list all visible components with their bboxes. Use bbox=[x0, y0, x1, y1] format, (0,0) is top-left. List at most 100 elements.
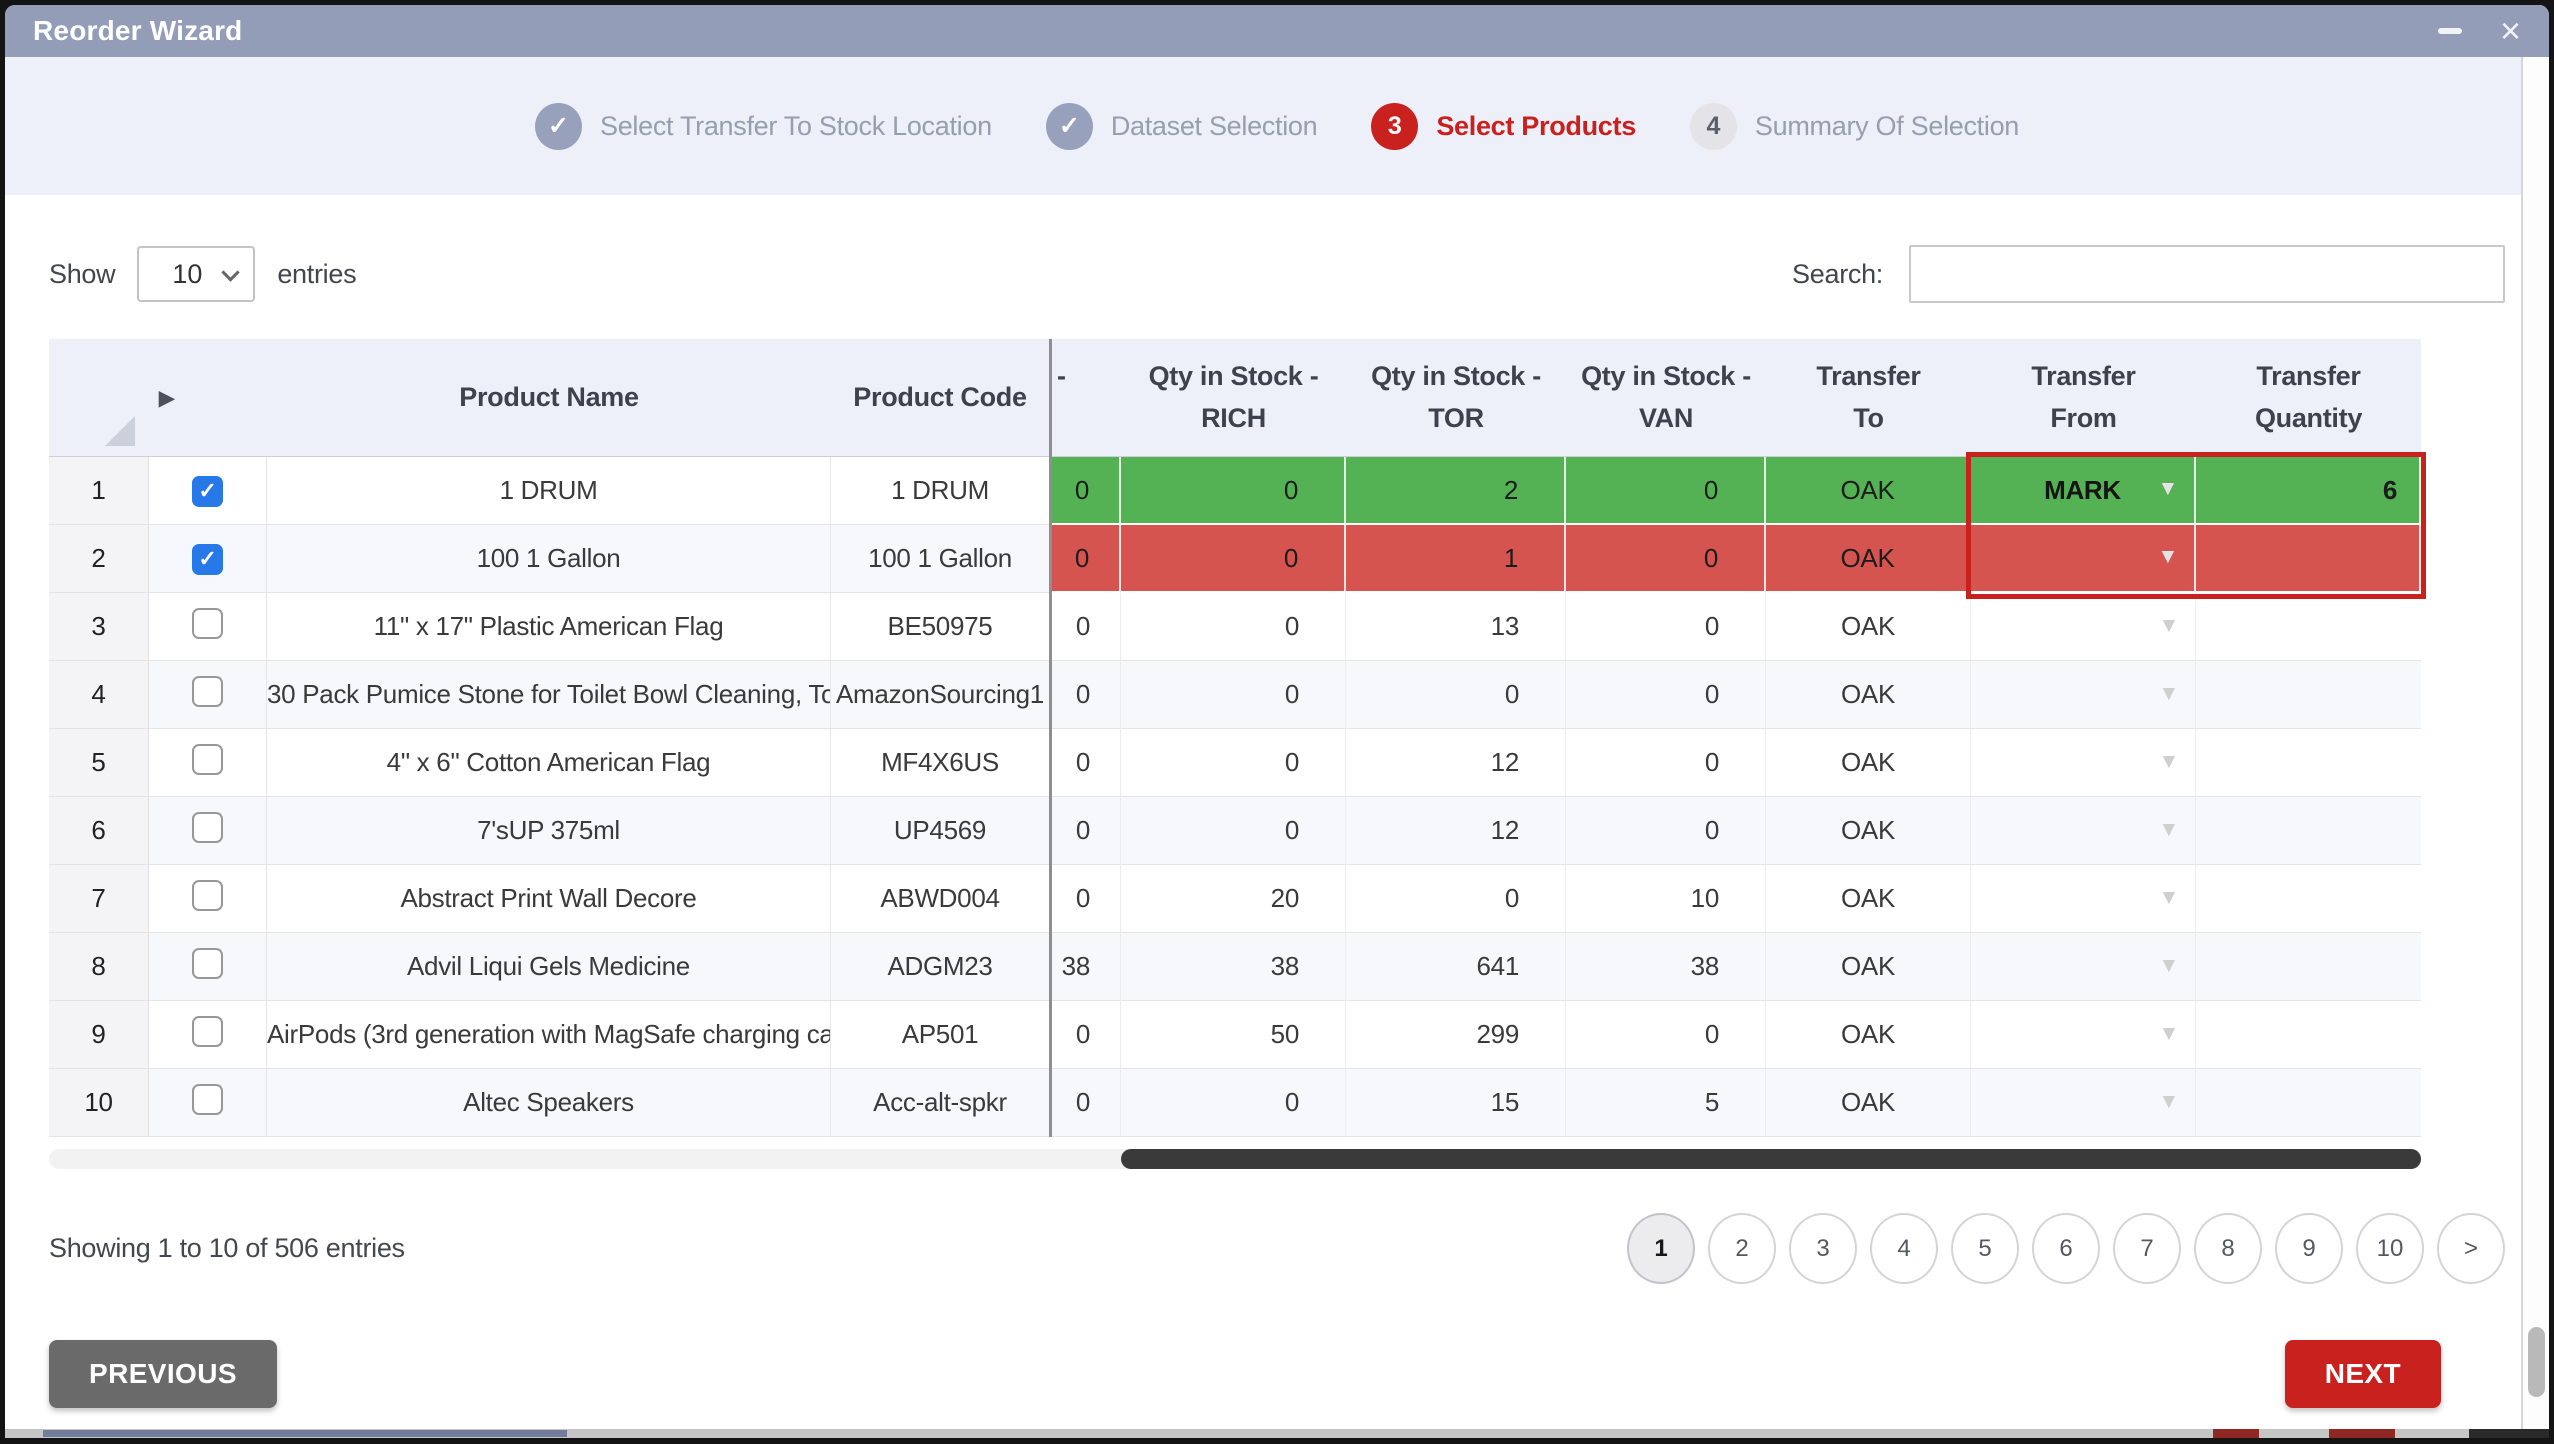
col-transfer-to[interactable]: Transfer To bbox=[1766, 339, 1971, 457]
page-button[interactable]: 8 bbox=[2194, 1213, 2262, 1284]
col-qty-van[interactable]: Qty in Stock - VAN bbox=[1566, 339, 1766, 457]
product-code-cell: 1 DRUM bbox=[831, 457, 1049, 525]
col-select[interactable]: ▶ bbox=[149, 339, 267, 457]
transfer-from-dropdown[interactable]: ▼ bbox=[1971, 933, 2196, 1001]
page-size-select[interactable]: 10 bbox=[137, 246, 255, 302]
step-label: Select Transfer To Stock Location bbox=[600, 111, 992, 142]
transfer-from-dropdown[interactable]: ▼ bbox=[1971, 661, 2196, 729]
horizontal-scrollbar-thumb[interactable] bbox=[1121, 1149, 2421, 1169]
product-name-cell: 30 Pack Pumice Stone for Toilet Bowl Cle… bbox=[267, 661, 831, 729]
row-checkbox[interactable] bbox=[192, 880, 223, 911]
wizard-step[interactable]: 3 Select Products bbox=[1371, 103, 1636, 150]
qty-tor-cell: 15 bbox=[1346, 1069, 1566, 1137]
horizontal-scrollbar[interactable] bbox=[49, 1149, 2421, 1169]
next-page-button[interactable]: > bbox=[2437, 1213, 2505, 1284]
transfer-quantity-cell[interactable] bbox=[2196, 865, 2421, 933]
table-row: 1✓1 DRUM1 DRUM0020OAKMARK▼6 bbox=[49, 457, 2421, 525]
row-checkbox[interactable]: ✓ bbox=[192, 544, 223, 575]
transfer-quantity-cell[interactable] bbox=[2196, 1069, 2421, 1137]
row-checkbox[interactable] bbox=[192, 812, 223, 843]
transfer-from-dropdown[interactable]: ▼ bbox=[1971, 525, 2196, 593]
transfer-quantity-cell[interactable] bbox=[2196, 525, 2421, 593]
col-transfer-from[interactable]: Transfer From bbox=[1971, 339, 2196, 457]
col-qty-tor[interactable]: Qty in Stock - TOR bbox=[1346, 339, 1566, 457]
qty-oak-cell: 0 bbox=[1049, 797, 1121, 865]
previous-button[interactable]: PREVIOUS bbox=[49, 1340, 277, 1408]
page-button[interactable]: 9 bbox=[2275, 1213, 2343, 1284]
close-button[interactable]: × bbox=[2500, 13, 2521, 49]
transfer-quantity-cell[interactable] bbox=[2196, 1001, 2421, 1069]
page-button[interactable]: 5 bbox=[1951, 1213, 2019, 1284]
step-number: 3 bbox=[1371, 103, 1418, 150]
page-button[interactable]: 2 bbox=[1708, 1213, 1776, 1284]
row-checkbox[interactable] bbox=[192, 948, 223, 979]
col-qty-oak[interactable]: - bbox=[1049, 339, 1121, 457]
transfer-from-dropdown[interactable]: ▼ bbox=[1971, 865, 2196, 933]
col-product-code[interactable]: Product Code bbox=[831, 339, 1049, 457]
transfer-quantity-cell[interactable] bbox=[2196, 661, 2421, 729]
row-select-cell bbox=[149, 865, 267, 933]
col-qty-rich[interactable]: Qty in Stock - RICH bbox=[1121, 339, 1346, 457]
product-code-cell: AmazonSourcing1 bbox=[831, 661, 1049, 729]
wizard-step[interactable]: ✓Dataset Selection bbox=[1046, 103, 1318, 150]
page-button[interactable]: 7 bbox=[2113, 1213, 2181, 1284]
col-row-number bbox=[49, 339, 149, 457]
transfer-from-dropdown[interactable]: ▼ bbox=[1971, 1001, 2196, 1069]
qty-van-cell: 0 bbox=[1566, 1001, 1766, 1069]
transfer-from-dropdown[interactable]: ▼ bbox=[1971, 729, 2196, 797]
page-button[interactable]: 4 bbox=[1870, 1213, 1938, 1284]
row-select-cell bbox=[149, 797, 267, 865]
row-number-cell: 10 bbox=[49, 1069, 149, 1137]
qty-oak-cell: 0 bbox=[1049, 593, 1121, 661]
vertical-scrollbar[interactable] bbox=[2521, 57, 2549, 1429]
page-button[interactable]: 10 bbox=[2356, 1213, 2424, 1284]
table-footer: Showing 1 to 10 of 506 entries 123456789… bbox=[49, 1213, 2505, 1284]
transfer-quantity-cell[interactable] bbox=[2196, 593, 2421, 661]
transfer-from-dropdown[interactable]: ▼ bbox=[1971, 797, 2196, 865]
transfer-quantity-cell[interactable] bbox=[2196, 797, 2421, 865]
page-button[interactable]: 3 bbox=[1789, 1213, 1857, 1284]
step-check-icon: ✓ bbox=[535, 103, 582, 150]
row-checkbox[interactable] bbox=[192, 744, 223, 775]
table-row: 67'sUP 375mlUP456900120OAK▼ bbox=[49, 797, 2421, 865]
chevron-down-icon: ▼ bbox=[2159, 1022, 2180, 1046]
transfer-from-dropdown[interactable]: ▼ bbox=[1971, 1069, 2196, 1137]
window-title: Reorder Wizard bbox=[33, 15, 242, 47]
step-label: Select Products bbox=[1436, 111, 1636, 142]
row-checkbox[interactable] bbox=[192, 608, 223, 639]
row-select-cell bbox=[149, 1069, 267, 1137]
page-button[interactable]: 6 bbox=[2032, 1213, 2100, 1284]
chevron-down-icon: ▼ bbox=[2159, 682, 2180, 706]
transfer-from-dropdown[interactable]: MARK▼ bbox=[1971, 457, 2196, 525]
minimize-button[interactable] bbox=[2438, 13, 2462, 49]
row-checkbox[interactable]: ✓ bbox=[192, 476, 223, 507]
vertical-scrollbar-thumb[interactable] bbox=[2528, 1327, 2545, 1397]
wizard-step[interactable]: 4Summary Of Selection bbox=[1690, 103, 2019, 150]
page-button[interactable]: 1 bbox=[1627, 1213, 1695, 1284]
table-row: 7Abstract Print Wall DecoreABWD004020010… bbox=[49, 865, 2421, 933]
row-select-cell bbox=[149, 1001, 267, 1069]
wizard-step[interactable]: ✓ Select Transfer To Stock Location bbox=[535, 103, 992, 150]
search-input[interactable] bbox=[1909, 245, 2505, 303]
row-checkbox[interactable] bbox=[192, 676, 223, 707]
qty-tor-cell: 12 bbox=[1346, 797, 1566, 865]
transfer-to-cell: OAK bbox=[1766, 1001, 1971, 1069]
row-checkbox[interactable] bbox=[192, 1016, 223, 1047]
col-transfer-quantity[interactable]: Transfer Quantity bbox=[2196, 339, 2421, 457]
qty-rich-cell: 0 bbox=[1121, 457, 1346, 525]
row-checkbox[interactable] bbox=[192, 1084, 223, 1115]
transfer-from-dropdown[interactable]: ▼ bbox=[1971, 593, 2196, 661]
qty-oak-cell: 0 bbox=[1049, 525, 1121, 593]
transfer-quantity-cell[interactable] bbox=[2196, 933, 2421, 1001]
next-button[interactable]: NEXT bbox=[2285, 1340, 2441, 1408]
row-select-cell bbox=[149, 729, 267, 797]
transfer-to-cell: OAK bbox=[1766, 729, 1971, 797]
transfer-quantity-cell[interactable]: 6 bbox=[2196, 457, 2421, 525]
product-name-cell: 100 1 Gallon bbox=[267, 525, 831, 593]
qty-van-cell: 10 bbox=[1566, 865, 1766, 933]
col-product-name[interactable]: Product Name bbox=[267, 339, 831, 457]
row-select-cell bbox=[149, 933, 267, 1001]
row-number-cell: 7 bbox=[49, 865, 149, 933]
qty-tor-cell: 0 bbox=[1346, 865, 1566, 933]
transfer-quantity-cell[interactable] bbox=[2196, 729, 2421, 797]
